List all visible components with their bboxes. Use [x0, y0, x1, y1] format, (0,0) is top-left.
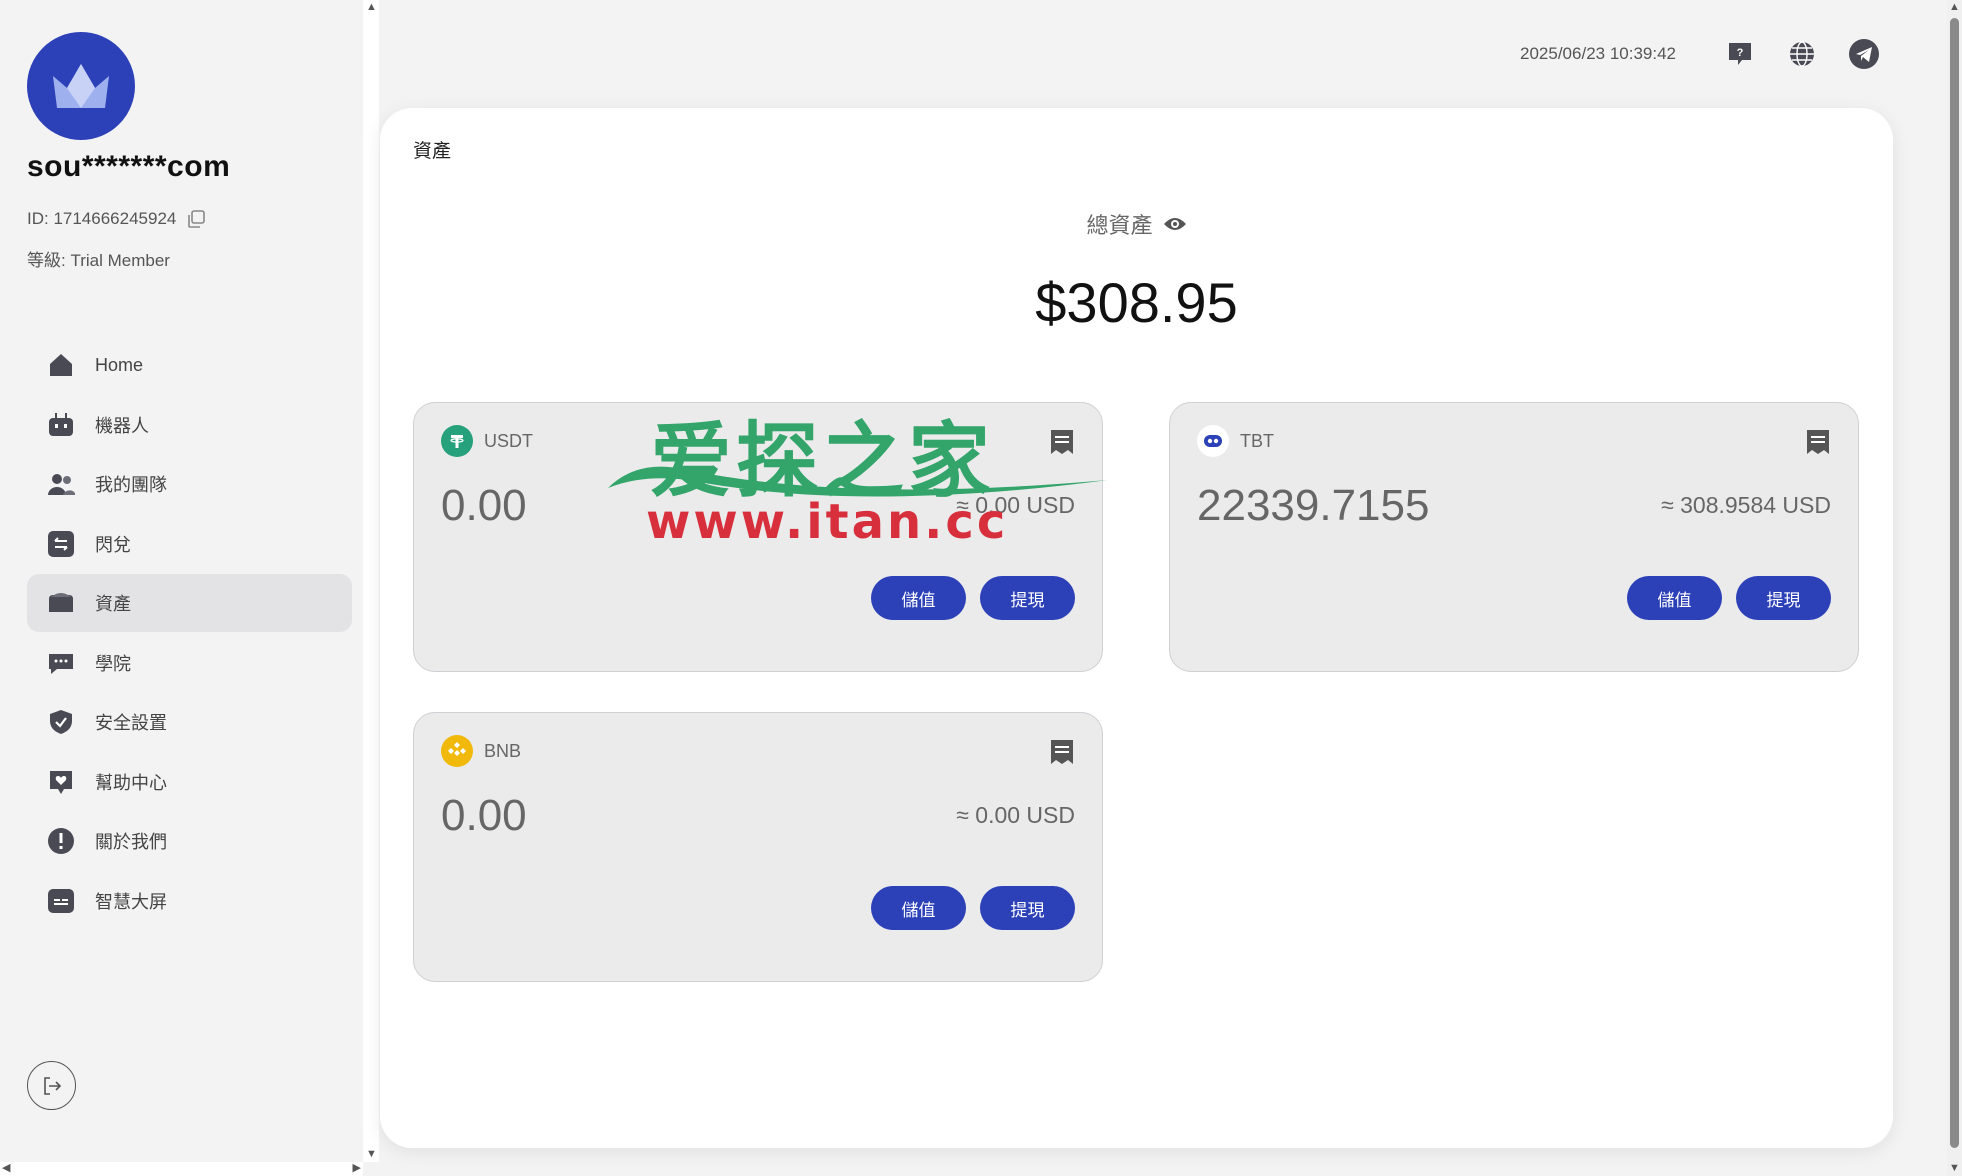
chat-icon [47, 649, 75, 677]
deposit-button[interactable]: 儲值 [871, 576, 966, 620]
scroll-up-icon[interactable]: ▲ [1949, 2, 1960, 13]
top-bar: 2025/06/23 10:39:42 ? [1520, 36, 1880, 72]
avatar[interactable] [27, 32, 135, 140]
scroll-down-icon[interactable]: ▼ [1949, 1163, 1960, 1174]
exchange-icon [47, 530, 75, 558]
eye-icon[interactable] [1163, 215, 1187, 233]
sidebar-item-academy[interactable]: 學院 [27, 634, 352, 692]
sidebar-item-assets[interactable]: 資產 [27, 574, 352, 632]
sidebar-item-dashboard[interactable]: 智慧大屏 [27, 872, 352, 930]
home-icon [47, 351, 75, 379]
sidebar: sou*******com ID: 1714666245924 等級: Tria… [0, 0, 363, 1176]
page-scrollbar[interactable]: ▲ ▼ [1947, 0, 1962, 1176]
withdraw-button[interactable]: 提現 [980, 886, 1075, 930]
sidebar-horizontal-scrollbar[interactable]: ◀ ▶ [0, 1162, 363, 1176]
sidebar-item-label: 安全設置 [95, 713, 167, 733]
record-icon[interactable] [1805, 428, 1831, 456]
record-icon[interactable] [1049, 428, 1075, 456]
coin-symbol: TBT [1240, 430, 1274, 451]
total-assets-text: 總資產 [1086, 213, 1153, 238]
coin-card-tbt: TBT 22339.7155 ≈ 308.9584 USD 儲值 提現 [1169, 402, 1859, 672]
deposit-button[interactable]: 儲值 [871, 886, 966, 930]
screen-icon [47, 887, 75, 915]
total-assets-value: $308.95 [1035, 271, 1238, 334]
crown-icon [53, 64, 109, 108]
sidebar-nav: Home 機器人 我的團隊 閃兌 資產 學院 安全設置 幫助中心 關於我們 智慧… [27, 336, 352, 931]
sidebar-item-robot[interactable]: 機器人 [27, 396, 352, 454]
logout-button[interactable] [27, 1061, 76, 1110]
coin-actions: 儲值 提現 [871, 576, 1075, 620]
tbt-logo-icon [1197, 425, 1229, 457]
scroll-left-icon[interactable]: ◀ [2, 1163, 10, 1174]
sidebar-item-label: 我的團隊 [95, 475, 167, 495]
sidebar-item-help[interactable]: 幫助中心 [27, 753, 352, 811]
sidebar-item-label: 智慧大屏 [95, 891, 167, 912]
copy-icon[interactable] [186, 209, 206, 229]
team-icon [47, 470, 75, 498]
usdt-logo-icon [441, 425, 473, 457]
sidebar-item-label: 閃兌 [95, 534, 131, 555]
coin-usd-value: ≈ 0.00 USD [956, 492, 1075, 518]
coin-usd-value: ≈ 308.9584 USD [1661, 492, 1831, 518]
total-assets-label: 總資產 [380, 208, 1893, 240]
coin-header: USDT [441, 425, 533, 457]
withdraw-button[interactable]: 提現 [980, 576, 1075, 620]
user-level: 等級: Trial Member [27, 251, 170, 270]
sidebar-item-home[interactable]: Home [27, 336, 352, 394]
svg-text:?: ? [1737, 47, 1744, 59]
scroll-up-icon[interactable]: ▲ [366, 2, 377, 13]
sidebar-item-team[interactable]: 我的團隊 [27, 455, 352, 513]
help-question-icon[interactable]: ? [1724, 38, 1756, 70]
info-icon [47, 827, 75, 855]
deposit-button[interactable]: 儲值 [1627, 576, 1722, 620]
wallet-icon [47, 589, 75, 617]
heart-icon [47, 768, 75, 796]
coin-usd-value: ≈ 0.00 USD [956, 802, 1075, 828]
user-id: ID: 1714666245924 [27, 209, 206, 229]
sidebar-item-label: 關於我們 [95, 832, 167, 852]
coin-actions: 儲值 提現 [871, 886, 1075, 930]
sidebar-scrollbar[interactable]: ▲ ▼ [363, 0, 379, 1162]
sidebar-item-label: Home [95, 354, 144, 375]
coin-amount: 0.00 [441, 791, 527, 840]
sidebar-item-label: 學院 [95, 653, 131, 674]
record-icon[interactable] [1049, 738, 1075, 766]
coin-actions: 儲值 提現 [1627, 576, 1831, 620]
coin-card-usdt: USDT 0.00 ≈ 0.00 USD 儲值 提現 [413, 402, 1103, 672]
coin-header: TBT [1197, 425, 1274, 457]
bnb-logo-icon [441, 735, 473, 767]
user-id-text: ID: 1714666245924 [27, 209, 177, 228]
sidebar-item-exchange[interactable]: 閃兌 [27, 515, 352, 573]
scroll-right-icon[interactable]: ▶ [353, 1163, 361, 1174]
globe-icon[interactable] [1786, 38, 1818, 70]
coin-symbol: USDT [484, 430, 533, 451]
coin-symbol: BNB [484, 740, 522, 761]
scrollbar-thumb[interactable] [1950, 18, 1959, 1148]
sidebar-item-label: 幫助中心 [95, 772, 167, 793]
robot-icon [47, 411, 75, 439]
shield-icon [47, 708, 75, 736]
withdraw-button[interactable]: 提現 [1736, 576, 1831, 620]
logout-icon [43, 1076, 61, 1095]
scroll-down-icon[interactable]: ▼ [366, 1149, 377, 1160]
coin-card-bnb: BNB 0.00 ≈ 0.00 USD 儲值 提現 [413, 712, 1103, 982]
assets-panel: 資產 總資產 $308.95 USDT 0.00 ≈ 0.00 USD 儲值 提… [380, 108, 1893, 1148]
username: sou*******com [27, 150, 231, 183]
sidebar-item-security[interactable]: 安全設置 [27, 693, 352, 751]
sidebar-item-label: 資產 [95, 594, 131, 614]
coin-header: BNB [441, 735, 521, 767]
page-title: 資產 [413, 141, 452, 162]
coin-amount: 22339.7155 [1197, 481, 1430, 530]
telegram-icon[interactable] [1848, 38, 1880, 70]
datetime: 2025/06/23 10:39:42 [1520, 44, 1676, 63]
coin-amount: 0.00 [441, 481, 527, 530]
sidebar-item-label: 機器人 [95, 415, 149, 436]
sidebar-item-about[interactable]: 關於我們 [27, 812, 352, 870]
